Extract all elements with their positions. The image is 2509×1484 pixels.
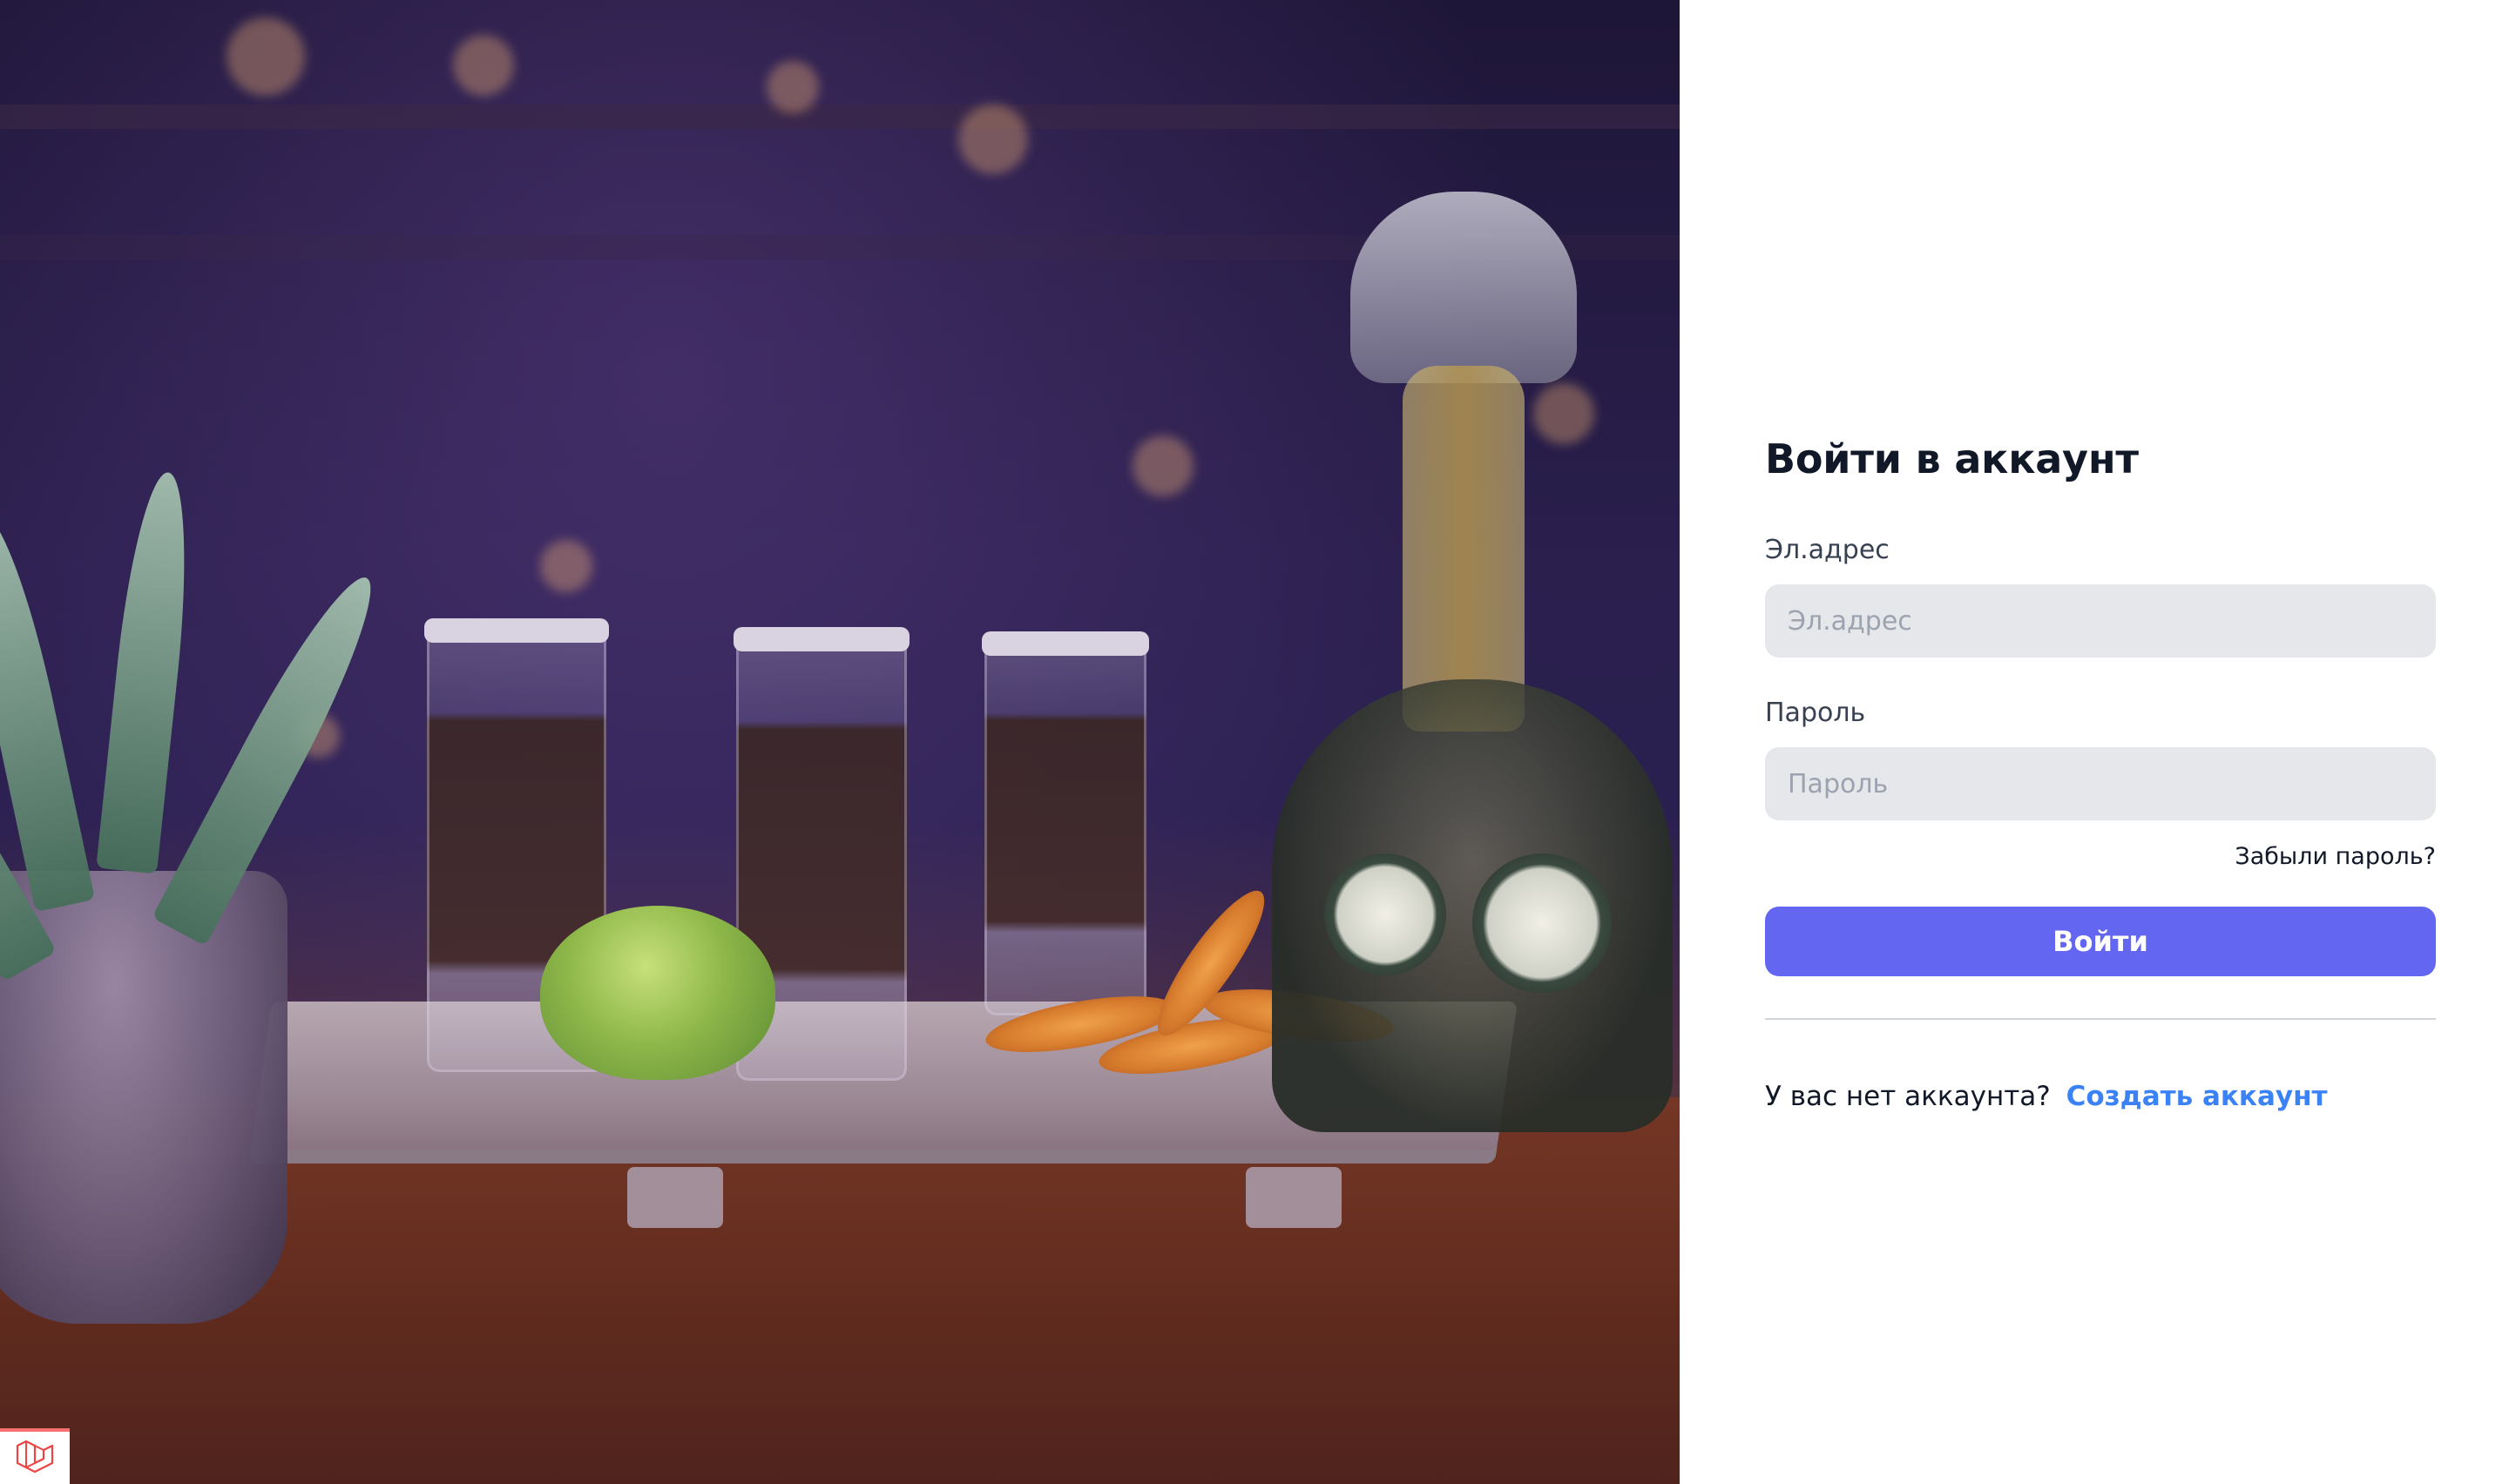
email-input[interactable] <box>1765 584 2436 658</box>
login-page: Войти в аккаунт Эл.адрес Пароль Забыли п… <box>0 0 2509 1484</box>
email-label: Эл.адрес <box>1765 535 1890 565</box>
bottle-stopper <box>1350 192 1577 383</box>
login-panel: Войти в аккаунт Эл.адрес Пароль Забыли п… <box>1680 0 2509 1484</box>
serving-board-leg <box>627 1167 723 1228</box>
bokeh-light <box>227 17 305 96</box>
bokeh-light <box>453 35 514 96</box>
login-button[interactable]: Войти <box>1765 907 2436 976</box>
bottle-label <box>1324 853 1446 975</box>
agave-leaf <box>0 507 96 913</box>
signup-row: У вас нет аккаунта? Создать аккаунт <box>1765 1081 2436 1112</box>
bokeh-light <box>1133 435 1194 496</box>
salt-rim <box>982 631 1149 656</box>
background-shelf <box>0 105 1680 129</box>
hero-image <box>0 0 1680 1484</box>
no-account-text: У вас нет аккаунта? <box>1765 1081 2051 1112</box>
forgot-password-link[interactable]: Забыли пароль? <box>2235 843 2436 870</box>
lime-wedge <box>540 906 775 1080</box>
bottle-label <box>1472 853 1612 993</box>
bottle-neck <box>1403 366 1525 732</box>
bokeh-light <box>767 61 819 113</box>
divider <box>1765 1018 2436 1020</box>
create-account-link[interactable]: Создать аккаунт <box>2066 1081 2328 1112</box>
tequila-bottle <box>1254 192 1673 1132</box>
laravel-logo-icon <box>14 1439 56 1477</box>
debug-badge[interactable] <box>0 1428 70 1484</box>
bokeh-light <box>958 105 1028 174</box>
salt-rim <box>424 618 609 643</box>
shot-glass <box>982 631 1149 1015</box>
agave-leaf <box>96 469 199 874</box>
serving-board-leg <box>1246 1167 1342 1228</box>
login-form: Войти в аккаунт Эл.адрес Пароль Забыли п… <box>1765 435 2436 1112</box>
forgot-password-row: Забыли пароль? <box>1765 843 2436 870</box>
password-input[interactable] <box>1765 747 2436 820</box>
bokeh-light <box>540 540 592 592</box>
password-label: Пароль <box>1765 698 1866 728</box>
page-title: Войти в аккаунт <box>1765 435 2139 482</box>
salt-rim <box>734 627 910 651</box>
